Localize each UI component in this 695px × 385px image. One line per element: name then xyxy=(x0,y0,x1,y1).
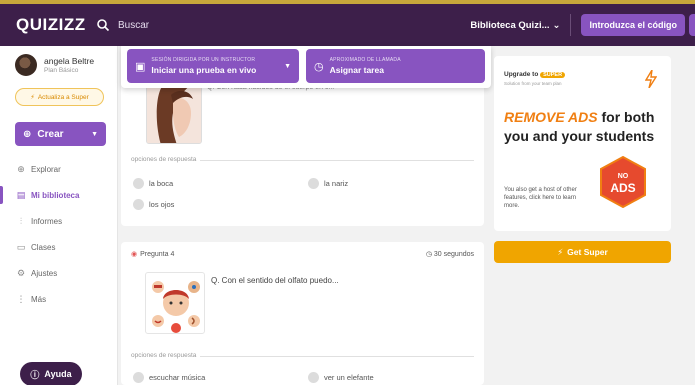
question-text: Q. Con el sentido del olfato puedo... xyxy=(211,276,339,285)
question-image xyxy=(145,272,205,334)
caret-down-icon: ▼ xyxy=(91,130,98,138)
launch-options-bar: ▣ SESIÓN DIRIGIDA POR UN INSTRUCTOR Inic… xyxy=(121,46,491,88)
super-ad[interactable]: Upgrade to SUPER Solution from your team… xyxy=(494,56,671,231)
senses-image xyxy=(152,281,200,333)
answers-label: opciones de respuesta xyxy=(131,352,201,359)
get-super-button[interactable]: ⚡ Get Super xyxy=(494,241,671,263)
start-live-quiz-button[interactable]: ▣ SESIÓN DIRIGIDA POR UN INSTRUCTOR Inic… xyxy=(127,49,299,83)
sidebar-item-mas[interactable]: ⋮ Más xyxy=(0,286,117,312)
clock-icon: ◷ xyxy=(425,251,432,258)
face-profile-image xyxy=(147,85,201,143)
caret-down-icon: ▼ xyxy=(284,62,291,70)
assign-label: Asignar tarea xyxy=(329,65,384,75)
ad-upgrade-text: Upgrade to xyxy=(504,71,539,78)
bolt-icon: ⚡ xyxy=(557,246,564,257)
help-button-label: Ayuda xyxy=(44,369,72,379)
settings-icon: ⚙ xyxy=(16,267,26,278)
answer-option: ver un elefante xyxy=(308,372,374,383)
no-ads-badge: NO ADS xyxy=(600,156,646,208)
clock-icon: ◷ xyxy=(314,60,324,73)
sidebar-item-explorar[interactable]: ⊕ Explorar xyxy=(0,156,117,182)
answer-option: la nariz xyxy=(308,178,348,189)
answer-text: la boca xyxy=(149,179,174,188)
sidebar-item-mi-biblioteca[interactable]: ▤ Mi biblioteca xyxy=(0,182,117,208)
sidebar-nav: ⊕ Explorar ▤ Mi biblioteca ⫶ Informes ▭ … xyxy=(0,156,117,312)
answer-text: ver un elefante xyxy=(324,373,374,382)
sidebar-item-label: Ajustes xyxy=(31,268,58,278)
sidebar-item-label: Clases xyxy=(31,242,56,252)
get-super-label: Get Super xyxy=(567,247,608,257)
no-ads-line2: ADS xyxy=(610,181,635,195)
library-selector-label: Biblioteca Quizi... xyxy=(470,19,550,31)
reports-icon: ⫶ xyxy=(19,215,23,226)
ad-remove-ads: REMOVE ADS xyxy=(504,109,598,125)
answer-text: los ojos xyxy=(149,200,175,209)
plus-circle-icon: ⊕ xyxy=(23,128,32,140)
assign-homework-button[interactable]: ◷ APROXIMADO DE LLAMADA Asignar tarea xyxy=(306,49,485,83)
answers-label: opciones de respuesta xyxy=(131,156,201,163)
sidebar-item-label: Explorar xyxy=(31,164,61,174)
answer-dot xyxy=(133,178,144,189)
ad-description: You also get a host of other features, c… xyxy=(504,187,577,209)
sidebar-item-label: Más xyxy=(31,294,47,304)
ad-upgrade-line: Upgrade to SUPER xyxy=(504,71,566,78)
assign-caption: APROXIMADO DE LLAMADA xyxy=(329,57,401,63)
upgrade-super-button[interactable]: ⚡ Actualiza a Super xyxy=(15,88,104,106)
user-plan: Plan Básico xyxy=(44,67,79,74)
question-image xyxy=(146,84,202,144)
create-button[interactable]: ⊕ Crear ▼ xyxy=(15,122,106,146)
classes-icon: ▭ xyxy=(16,241,26,252)
answer-option: los ojos xyxy=(133,199,174,210)
top-bar: QUIZIZZ Biblioteca Quizi... ⌄ Introduzca… xyxy=(0,0,695,46)
upgrade-super-label: Actualiza a Super xyxy=(37,93,89,101)
sidebar-item-label: Mi biblioteca xyxy=(31,190,80,200)
avatar[interactable] xyxy=(15,54,37,76)
sidebar-item-ajustes[interactable]: ⚙ Ajustes xyxy=(0,260,117,286)
question-dot-icon: ◉ xyxy=(131,251,138,258)
compass-icon: ⊕ xyxy=(17,163,25,174)
answer-dot xyxy=(133,372,144,383)
chevron-down-icon: ⌄ xyxy=(552,19,561,31)
profile[interactable]: angela Beltre Plan Básico xyxy=(0,46,117,76)
ad-super-pill: SUPER xyxy=(540,72,566,78)
library-icon: ▤ xyxy=(16,189,26,200)
live-label: Iniciar una prueba en vivo xyxy=(151,65,257,75)
ad-headline: REMOVE ADS for both you and your student… xyxy=(504,108,669,146)
question-number: ◉ Pregunta 4 xyxy=(131,250,175,259)
question-card: ◉ Pregunta 4 ◷ 30 segundos Q. Con el sen… xyxy=(121,242,484,385)
sidebar-item-informes[interactable]: ⫶ Informes xyxy=(0,208,117,234)
library-selector[interactable]: Biblioteca Quizi... ⌄ xyxy=(470,20,560,31)
answer-dot xyxy=(308,372,319,383)
answer-text: la nariz xyxy=(324,179,349,188)
sidebar-item-label: Informes xyxy=(31,216,63,226)
sidebar: angela Beltre Plan Básico ⚡ Actualiza a … xyxy=(0,46,118,385)
create-button-label: Crear xyxy=(37,128,64,140)
divider xyxy=(570,14,572,36)
search-icon xyxy=(97,19,110,32)
search-input[interactable] xyxy=(118,19,418,31)
live-caption: SESIÓN DIRIGIDA POR UN INSTRUCTOR xyxy=(151,57,256,63)
live-screen-icon: ▣ xyxy=(135,60,146,73)
question-time-label: 30 segundos xyxy=(433,251,474,258)
help-icon: ⓘ xyxy=(30,369,40,380)
quizizz-logo[interactable]: QUIZIZZ xyxy=(16,15,88,35)
answer-dot xyxy=(133,199,144,210)
answer-text: escuchar música xyxy=(149,373,206,382)
question-time: ◷ 30 segundos xyxy=(426,250,474,258)
user-name: angela Beltre xyxy=(44,56,95,66)
ad-subtext: Solution from your team plan xyxy=(504,81,562,86)
answer-option: escuchar música xyxy=(133,372,205,383)
overflow-button[interactable] xyxy=(689,14,695,36)
sidebar-item-clases[interactable]: ▭ Clases xyxy=(0,234,117,260)
answer-dot xyxy=(308,178,319,189)
question-number-label: Pregunta 4 xyxy=(140,250,175,258)
enter-code-button[interactable]: Introduzca el código xyxy=(581,14,685,36)
no-ads-line1: NO xyxy=(618,173,629,180)
help-button[interactable]: ⓘ Ayuda xyxy=(20,362,82,385)
bolt-icon xyxy=(645,70,657,88)
bolt-icon: ⚡ xyxy=(30,94,35,101)
search-bar xyxy=(96,18,470,32)
answer-option: la boca xyxy=(133,178,173,189)
more-icon: ⋮ xyxy=(16,293,26,304)
